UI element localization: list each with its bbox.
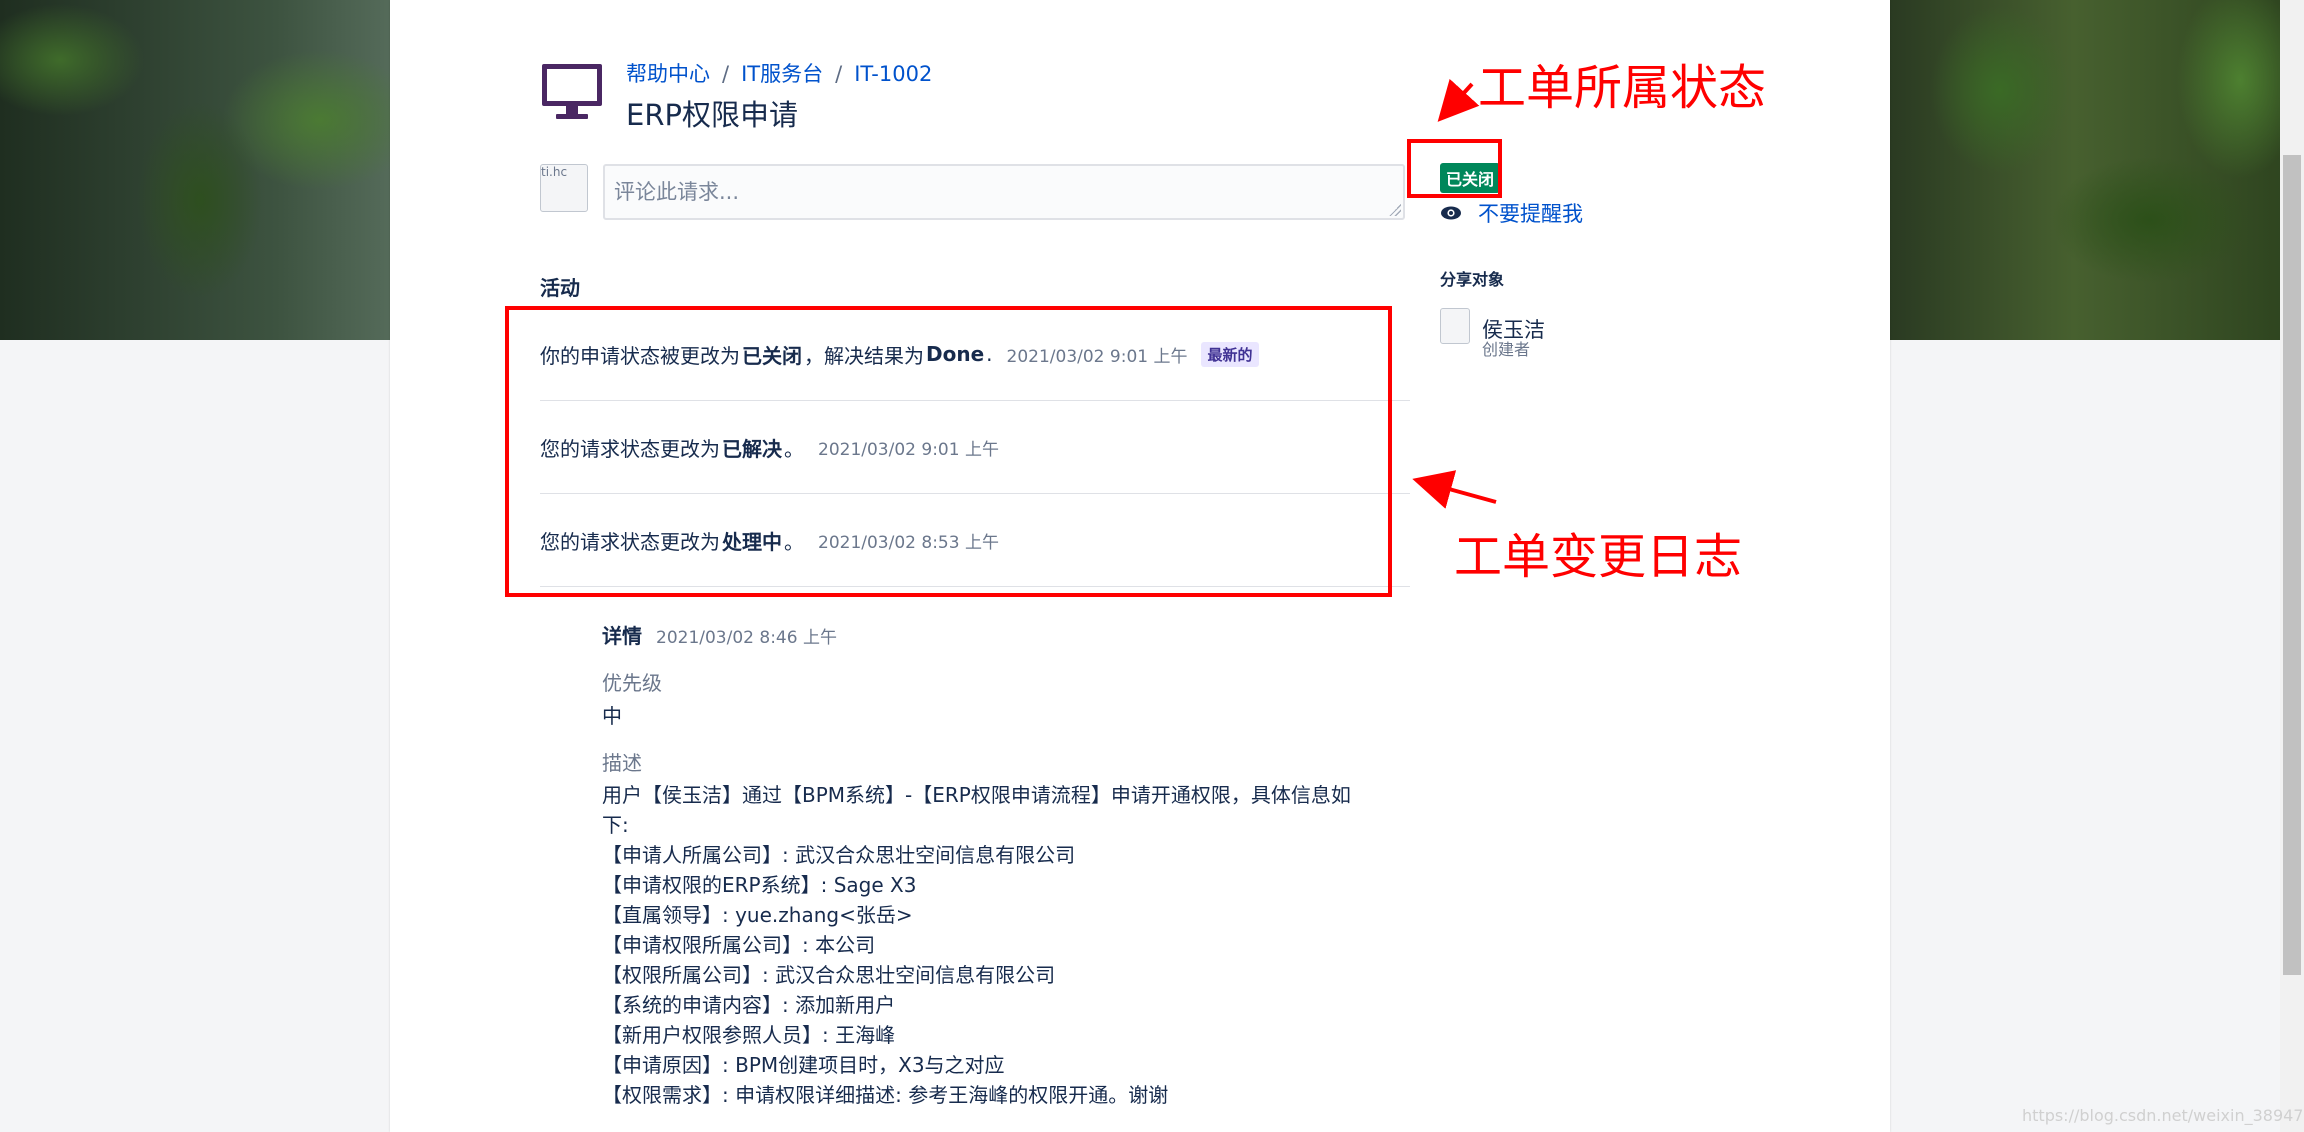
sharer-avatar — [1440, 308, 1470, 344]
description-line: 【申请原因】: BPM创建项目时，X3与之对应 — [602, 1053, 1005, 1077]
description-body: 用户【侯玉洁】通过【BPM系统】-【ERP权限申请流程】申请开通权限，具体信息如… — [602, 780, 1402, 1110]
log-annotation: 工单变更日志 — [1454, 529, 1743, 585]
comment-placeholder: 评论此请求... — [614, 180, 740, 204]
sharer-role: 创建者 — [1482, 340, 1531, 359]
eye-icon — [1441, 206, 1461, 220]
description-line: 【直属领导】: yue.zhang<张岳> — [602, 903, 913, 927]
description-line: 用户【侯玉洁】通过【BPM系统】-【ERP权限申请流程】申请开通权限，具体信息如 — [602, 783, 1351, 807]
breadcrumb-issue-key[interactable]: IT-1002 — [854, 62, 932, 86]
scrollbar[interactable] — [2280, 0, 2304, 1132]
breadcrumb-separator: / — [835, 62, 843, 86]
breadcrumb: 帮助中心 / IT服务台 / IT-1002 — [626, 58, 932, 88]
share-heading: 分享对象 — [1440, 270, 1505, 289]
status-annotation: 工单所属状态 — [1478, 60, 1767, 116]
description-label: 描述 — [602, 751, 642, 775]
status-highlight-box — [1407, 139, 1502, 198]
description-line: 【申请权限的ERP系统】: Sage X3 — [602, 873, 917, 897]
watch-label: 不要提醒我 — [1478, 202, 1583, 226]
activity-heading: 活动 — [540, 276, 580, 300]
monitor-icon — [542, 64, 602, 119]
description-line: 【权限所属公司】: 武汉合众思壮空间信息有限公司 — [602, 963, 1056, 987]
description-line: 下: — [602, 813, 629, 837]
description-line: 【申请人所属公司】: 武汉合众思壮空间信息有限公司 — [602, 843, 1076, 867]
breadcrumb-service-desk[interactable]: IT服务台 — [741, 62, 823, 86]
log-highlight-box — [505, 306, 1392, 597]
description-line: 【申请权限所属公司】: 本公司 — [602, 933, 876, 957]
priority-value: 中 — [602, 704, 622, 728]
description-line: 【新用户权限参照人员】: 王海峰 — [602, 1023, 896, 1047]
avatar-alt-text: ti.hc — [541, 165, 568, 179]
breadcrumb-help-center[interactable]: 帮助中心 — [626, 62, 710, 86]
page-title: ERP权限申请 — [626, 98, 798, 132]
comment-input[interactable]: 评论此请求... — [603, 164, 1405, 220]
resize-handle-icon[interactable] — [1389, 204, 1401, 216]
watch-toggle[interactable]: 不要提醒我 — [1440, 198, 1583, 228]
description-line: 【系统的申请内容】: 添加新用户 — [602, 993, 896, 1017]
breadcrumb-separator: / — [722, 62, 730, 86]
description-line: 【权限需求】: 申请权限详细描述: 参考王海峰的权限开通。谢谢 — [602, 1083, 1169, 1107]
details-section: 详情 2021/03/02 8:46 上午 优先级 中 描述 用户【侯玉洁】通过【… — [602, 620, 1402, 1110]
watermark: https://blog.csdn.net/weixin_38947418 — [2022, 1106, 2304, 1125]
avatar: ti.hc — [540, 164, 588, 212]
scrollbar-thumb[interactable] — [2283, 155, 2301, 975]
details-title: 详情 — [602, 624, 642, 648]
priority-label: 优先级 — [602, 671, 662, 695]
details-timestamp: 2021/03/02 8:46 上午 — [656, 628, 837, 648]
